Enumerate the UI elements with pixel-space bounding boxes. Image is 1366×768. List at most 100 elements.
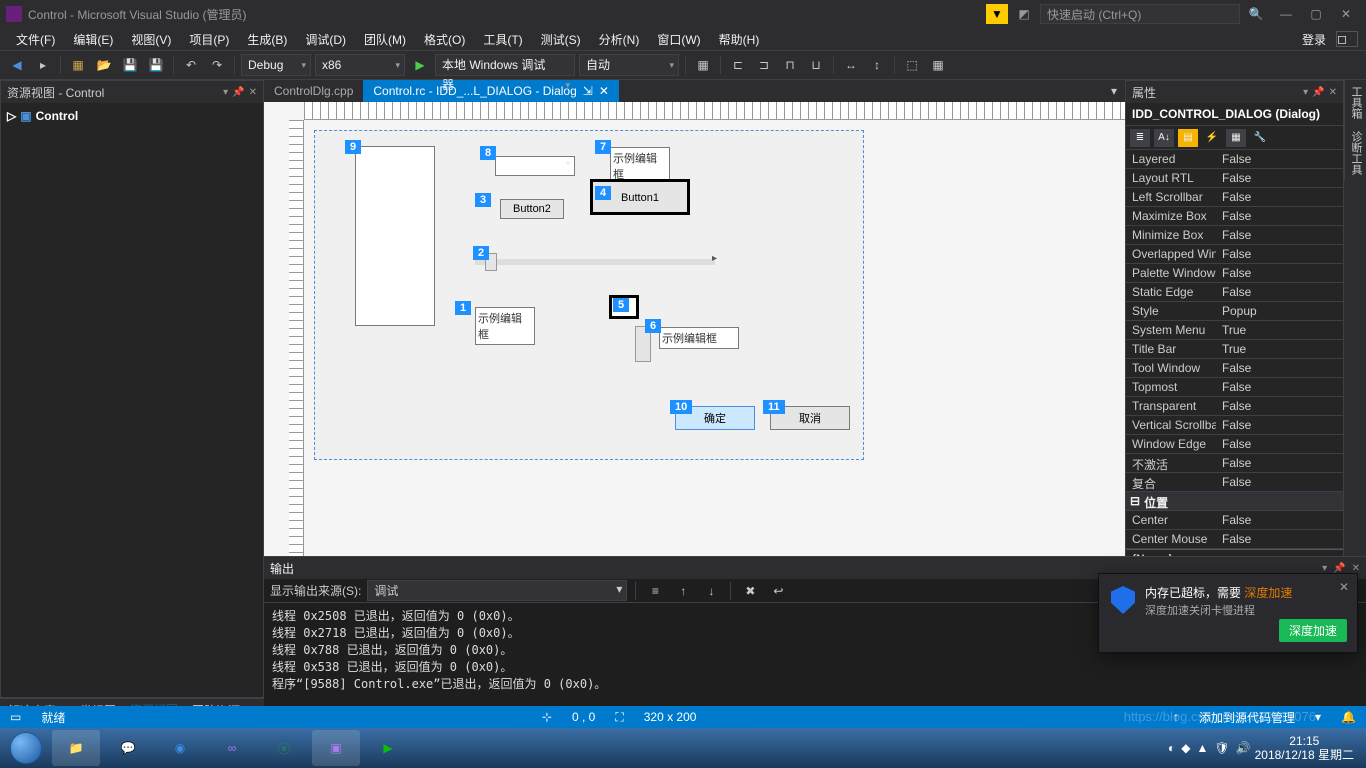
avatar-icon[interactable]: ◻ xyxy=(1336,31,1358,47)
prop-cat-icon[interactable]: ≣ xyxy=(1130,129,1150,147)
prop-row[interactable]: StylePopup xyxy=(1126,302,1343,321)
edit-6[interactable]: 示例编辑框 xyxy=(659,327,739,349)
task-baidu[interactable]: ◉ xyxy=(156,730,204,766)
output-prev-icon[interactable]: ↑ xyxy=(672,580,694,602)
task-wechat[interactable]: 💬 xyxy=(104,730,152,766)
output-close-icon[interactable]: ✕ xyxy=(1352,563,1360,574)
prop-row[interactable]: Palette WindowFalse xyxy=(1126,264,1343,283)
align-bottom-icon[interactable]: ⊔ xyxy=(805,54,827,76)
align-top-icon[interactable]: ⊓ xyxy=(779,54,801,76)
prop-row[interactable]: TopmostFalse xyxy=(1126,378,1343,397)
prop-row[interactable]: TransparentFalse xyxy=(1126,397,1343,416)
prop-row[interactable]: Title BarTrue xyxy=(1126,340,1343,359)
prop-events-icon[interactable]: ⚡ xyxy=(1202,129,1222,147)
prop-row[interactable]: Vertical ScrollbarFalse xyxy=(1126,416,1343,435)
redo-icon[interactable]: ↷ xyxy=(206,54,228,76)
prop-row[interactable]: Window EdgeFalse xyxy=(1126,435,1343,454)
tray-icon[interactable]: ◆ xyxy=(1181,741,1190,755)
minimize-button[interactable]: — xyxy=(1272,4,1300,24)
tray-icon[interactable]: 🛡 xyxy=(1214,741,1229,755)
size-icon[interactable]: ⬚ xyxy=(901,54,923,76)
slider-h[interactable] xyxy=(475,259,715,265)
menu-window[interactable]: 窗口(W) xyxy=(649,28,708,51)
panel-close-icon[interactable]: ✕ xyxy=(249,87,257,98)
panel-dropdown-icon[interactable]: ▾ xyxy=(223,87,228,98)
prop-row[interactable]: Overlapped WindowFalse xyxy=(1126,245,1343,264)
prop-row[interactable]: Layout RTLFalse xyxy=(1126,169,1343,188)
login-link[interactable]: 登录 xyxy=(1302,31,1326,48)
notif-accelerate-button[interactable]: 深度加速 xyxy=(1279,619,1347,642)
menu-debug[interactable]: 调试(D) xyxy=(297,28,354,51)
prop-row[interactable]: Tool WindowFalse xyxy=(1126,359,1343,378)
task-ie[interactable]: ⓔ xyxy=(260,730,308,766)
notif-link[interactable]: 深度加速 xyxy=(1244,586,1292,600)
tab-pin-icon[interactable]: ⇲ xyxy=(583,84,593,98)
save-icon[interactable]: 💾 xyxy=(119,54,141,76)
quick-launch-search-icon[interactable]: 🔍 xyxy=(1242,4,1270,24)
tab-close-icon[interactable]: ✕ xyxy=(599,84,609,98)
menu-project[interactable]: 项目(P) xyxy=(181,28,237,51)
start-button[interactable] xyxy=(4,730,48,766)
align-left-icon[interactable]: ⊏ xyxy=(727,54,749,76)
status-bell-icon[interactable]: 🔔 xyxy=(1341,710,1356,724)
prop-pin-icon[interactable]: 📌 xyxy=(1312,87,1324,98)
open-file-icon[interactable]: 📂 xyxy=(93,54,115,76)
feedback-icon[interactable]: ◩ xyxy=(1010,4,1038,24)
output-dropdown-icon[interactable]: ▾ xyxy=(1322,563,1327,574)
side-tab-diagnostics[interactable]: 诊断工具 xyxy=(1344,125,1366,181)
debug-target-combo[interactable]: 本地 Windows 调试器 xyxy=(435,54,575,76)
menu-analyze[interactable]: 分析(N) xyxy=(591,28,648,51)
save-all-icon[interactable]: 💾 xyxy=(145,54,167,76)
platform-combo[interactable]: x86 xyxy=(315,54,405,76)
nav-back-icon[interactable]: ◀ xyxy=(6,54,28,76)
menu-edit[interactable]: 编辑(E) xyxy=(65,28,121,51)
tray-icon[interactable]: ▲ xyxy=(1197,741,1209,755)
close-button[interactable]: ✕ xyxy=(1332,4,1360,24)
tray-icon[interactable]: ◐ xyxy=(1168,741,1175,755)
taskbar-clock[interactable]: 21:15 2018/12/18 星期二 xyxy=(1255,734,1362,763)
tab-controldlg-cpp[interactable]: ControlDlg.cpp xyxy=(264,80,363,102)
prop-row[interactable]: Static EdgeFalse xyxy=(1126,283,1343,302)
prop-close-icon[interactable]: ✕ xyxy=(1329,87,1337,98)
menu-tools[interactable]: 工具(T) xyxy=(475,28,530,51)
prop-row[interactable]: Minimize BoxFalse xyxy=(1126,226,1343,245)
prop-dropdown-icon[interactable]: ▾ xyxy=(1303,87,1308,98)
button2[interactable]: Button2 xyxy=(500,199,564,219)
output-pin-icon[interactable]: 📌 xyxy=(1333,563,1345,574)
align-right-icon[interactable]: ⊐ xyxy=(753,54,775,76)
menu-format[interactable]: 格式(O) xyxy=(416,28,473,51)
output-next-icon[interactable]: ↓ xyxy=(700,580,722,602)
auto-combo[interactable]: 自动 xyxy=(579,54,679,76)
prop-row[interactable]: Center MouseFalse xyxy=(1126,530,1343,549)
prop-prop-icon[interactable]: ▤ xyxy=(1178,129,1198,147)
menu-test[interactable]: 测试(S) xyxy=(533,28,589,51)
menu-team[interactable]: 团队(M) xyxy=(356,28,414,51)
output-wrap-icon[interactable]: ↩ xyxy=(767,580,789,602)
edit-1[interactable]: 示例编辑框 xyxy=(475,307,535,345)
tab-control-rc-dialog[interactable]: Control.rc - IDD_...L_DIALOG - Dialog⇲✕ xyxy=(363,80,619,102)
undo-icon[interactable]: ↶ xyxy=(180,54,202,76)
tab-overflow-icon[interactable]: ▾ xyxy=(1103,80,1125,102)
side-tab-toolbox[interactable]: 工具箱 xyxy=(1344,80,1366,125)
prop-object-name[interactable]: IDD_CONTROL_DIALOG (Dialog) xyxy=(1126,103,1343,126)
expand-icon[interactable]: ▷ xyxy=(7,109,16,123)
notif-close-icon[interactable]: ✕ xyxy=(1339,580,1349,594)
output-clear-icon[interactable]: ✖ xyxy=(739,580,761,602)
start-debug-icon[interactable]: ▶ xyxy=(409,54,431,76)
output-goto-icon[interactable]: ≡ xyxy=(644,580,666,602)
prop-row[interactable]: Left ScrollbarFalse xyxy=(1126,188,1343,207)
menu-file[interactable]: 文件(F) xyxy=(8,28,63,51)
prop-row[interactable]: 不激活False xyxy=(1126,454,1343,473)
dist-v-icon[interactable]: ↕ xyxy=(866,54,888,76)
menu-view[interactable]: 视图(V) xyxy=(123,28,179,51)
combo-control[interactable] xyxy=(495,156,575,176)
nav-fwd-icon[interactable]: ▸ xyxy=(32,54,54,76)
menu-build[interactable]: 生成(B) xyxy=(239,28,295,51)
prop-row[interactable]: LayeredFalse xyxy=(1126,150,1343,169)
menu-help[interactable]: 帮助(H) xyxy=(711,28,768,51)
tray-icon[interactable]: 🔊 xyxy=(1236,741,1251,755)
prop-row[interactable]: CenterFalse xyxy=(1126,511,1343,530)
dialog-canvas[interactable]: 9 8 7 示例编辑框 4 Button1 3 Button2 2 1 示例编 xyxy=(314,130,864,460)
quick-launch-input[interactable]: 快速启动 (Ctrl+Q) xyxy=(1040,4,1240,24)
output-source-combo[interactable]: 调试 xyxy=(367,580,627,601)
